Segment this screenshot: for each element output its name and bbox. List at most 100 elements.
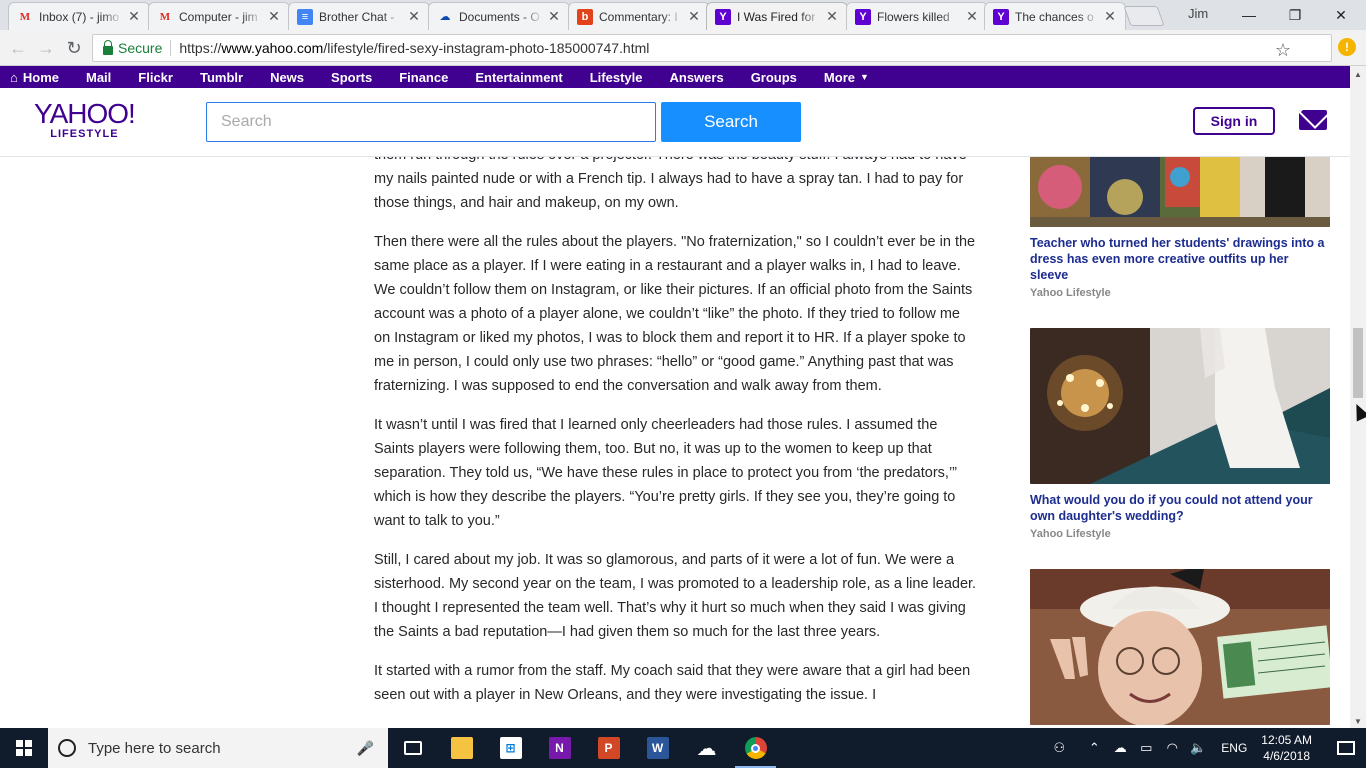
nav-lifestyle[interactable]: Lifestyle	[590, 70, 643, 85]
sidebar-card[interactable]	[1030, 569, 1330, 725]
yahoo-top-nav: ⌂ Home Mail Flickr Tumblr News Sports Fin…	[0, 66, 1350, 88]
url-path: /lifestyle/fired-sexy-instagram-photo-18…	[323, 40, 650, 56]
new-tab-button[interactable]	[1123, 6, 1165, 26]
logo-sub: LIFESTYLE	[50, 128, 119, 140]
onedrive-tray-icon[interactable]: ☁	[1108, 740, 1132, 756]
extension-alert-icon[interactable]: !	[1338, 38, 1356, 56]
yahoo-icon: Y	[715, 8, 731, 25]
language-indicator[interactable]: ENG	[1221, 741, 1247, 755]
nav-flickr[interactable]: Flickr	[138, 70, 173, 85]
wifi-icon[interactable]: ◠	[1160, 740, 1184, 756]
taskbar-powerpoint[interactable]: P	[584, 728, 633, 768]
clock[interactable]: 12:05 AM 4/6/2018	[1261, 732, 1312, 764]
nav-label: Home	[22, 69, 59, 85]
nav-tumblr[interactable]: Tumblr	[200, 70, 243, 85]
card-image-wedding[interactable]	[1030, 328, 1330, 484]
tab-title: Computer - jim	[179, 9, 258, 24]
back-icon[interactable]: ←	[6, 36, 30, 60]
nav-entertainment[interactable]: Entertainment	[475, 70, 562, 85]
onenote-icon: N	[548, 737, 571, 759]
nav-groups[interactable]: Groups	[751, 70, 797, 85]
taskbar-file-explorer[interactable]	[437, 728, 486, 768]
yahoo-lifestyle-logo[interactable]: YAHOO! LIFESTYLE	[34, 100, 136, 141]
page-scrollbar[interactable]: ▲ ▼	[1350, 66, 1366, 728]
scrollbar-thumb[interactable]	[1353, 328, 1363, 398]
card-title[interactable]: Teacher who turned her students' drawing…	[1030, 235, 1330, 283]
minimize-icon[interactable]: —	[1226, 0, 1272, 30]
search-button[interactable]: Search	[661, 102, 801, 142]
start-button[interactable]	[0, 728, 48, 768]
yahoo-icon: Y	[855, 8, 871, 25]
nav-more[interactable]: More ▼	[824, 70, 869, 85]
close-icon[interactable]: ✕	[267, 8, 281, 25]
scroll-up-icon[interactable]: ▲	[1354, 70, 1362, 79]
browser-tab-strip: M Inbox (7) - jimo ✕ M Computer - jim ✕ …	[0, 0, 1366, 30]
close-icon[interactable]: ✕	[407, 8, 421, 25]
card-title[interactable]: What would you do if you could not atten…	[1030, 492, 1330, 524]
profile-name[interactable]: Jim	[1188, 6, 1208, 21]
lock-icon	[103, 39, 113, 55]
cortana-icon	[58, 739, 76, 757]
card-image-lottery[interactable]	[1030, 569, 1330, 725]
scroll-down-icon[interactable]: ▼	[1354, 717, 1362, 726]
people-icon[interactable]: ⚇	[1047, 740, 1071, 756]
restore-icon[interactable]: ❐	[1272, 0, 1318, 30]
taskbar-store[interactable]: ⊞	[486, 728, 535, 768]
article-paragraph: It wasn’t until I was fired that I learn…	[374, 417, 957, 529]
microphone-icon[interactable]: 🎤	[357, 740, 374, 757]
reload-icon[interactable]: ↻	[62, 36, 86, 60]
close-icon[interactable]: ✕	[687, 8, 701, 25]
taskbar-word[interactable]: W	[633, 728, 682, 768]
nav-label: More	[823, 69, 855, 85]
folder-icon	[450, 737, 473, 759]
tab-flowers-killed[interactable]: Y Flowers killed ✕	[846, 2, 988, 30]
address-bar[interactable]: Secure https://www.yahoo.com/lifestyle/f…	[92, 34, 1332, 62]
taskbar-onedrive[interactable]: ☁	[682, 728, 731, 768]
nav-home[interactable]: ⌂ Home	[10, 70, 59, 85]
search-input[interactable]	[206, 102, 656, 142]
google-docs-icon: ≡	[297, 8, 313, 25]
tab-the-chances[interactable]: Y The chances o ✕	[984, 2, 1126, 30]
tab-i-was-fired[interactable]: Y I Was Fired for ✕	[706, 2, 848, 30]
taskbar-onenote[interactable]: N	[535, 728, 584, 768]
taskbar-search-placeholder: Type here to search	[88, 739, 221, 757]
close-icon[interactable]: ✕	[127, 8, 141, 25]
battery-icon[interactable]: ▭	[1134, 740, 1158, 756]
close-icon[interactable]: ✕	[1103, 8, 1117, 25]
clock-time: 12:05 AM	[1261, 733, 1312, 747]
tab-commentary[interactable]: b Commentary: I ✕	[568, 2, 710, 30]
sidebar-card[interactable]: Teacher who turned her students' drawing…	[1030, 157, 1330, 299]
volume-icon[interactable]: 🔈	[1186, 740, 1210, 756]
action-center-icon[interactable]	[1326, 728, 1366, 768]
nav-news[interactable]: News	[270, 70, 304, 85]
window-close-icon[interactable]: ✕	[1318, 0, 1364, 30]
sidebar-card[interactable]: What would you do if you could not atten…	[1030, 328, 1330, 540]
article-paragraph: It started with a rumor from the staff. …	[374, 663, 971, 703]
card-image-classroom[interactable]	[1030, 157, 1330, 227]
taskbar-search-box[interactable]: Type here to search 🎤	[48, 728, 388, 768]
tab-inbox[interactable]: M Inbox (7) - jimo ✕	[8, 2, 150, 30]
mail-icon[interactable]	[1299, 110, 1327, 130]
tab-documents[interactable]: ☁ Documents - O ✕	[428, 2, 570, 30]
close-icon[interactable]: ✕	[825, 8, 839, 25]
article-paragraph: Still, I cared about my job. It was so g…	[374, 552, 977, 640]
close-icon[interactable]: ✕	[547, 8, 561, 25]
taskbar-chrome[interactable]	[731, 728, 780, 768]
clock-date: 4/6/2018	[1263, 749, 1310, 763]
tab-title: Commentary: I	[599, 9, 678, 24]
nav-sports[interactable]: Sports	[331, 70, 372, 85]
nav-mail[interactable]: Mail	[86, 70, 111, 85]
bookmark-star-icon[interactable]: ☆	[1275, 40, 1291, 61]
nav-answers[interactable]: Answers	[669, 70, 723, 85]
tab-computer[interactable]: M Computer - jim ✕	[148, 2, 290, 30]
close-icon[interactable]: ✕	[965, 8, 979, 25]
url-text[interactable]: https://www.yahoo.com/lifestyle/fired-se…	[179, 40, 649, 56]
chevron-up-icon[interactable]: ⌃	[1082, 740, 1106, 756]
nav-finance[interactable]: Finance	[399, 70, 448, 85]
tab-brother-chat[interactable]: ≡ Brother Chat - ✕	[288, 2, 430, 30]
task-view-button[interactable]	[388, 728, 437, 768]
tab-title: The chances o	[1015, 9, 1094, 24]
gmail-icon: M	[19, 10, 31, 23]
sign-in-button[interactable]: Sign in	[1193, 107, 1275, 135]
forward-icon[interactable]: →	[34, 36, 58, 60]
